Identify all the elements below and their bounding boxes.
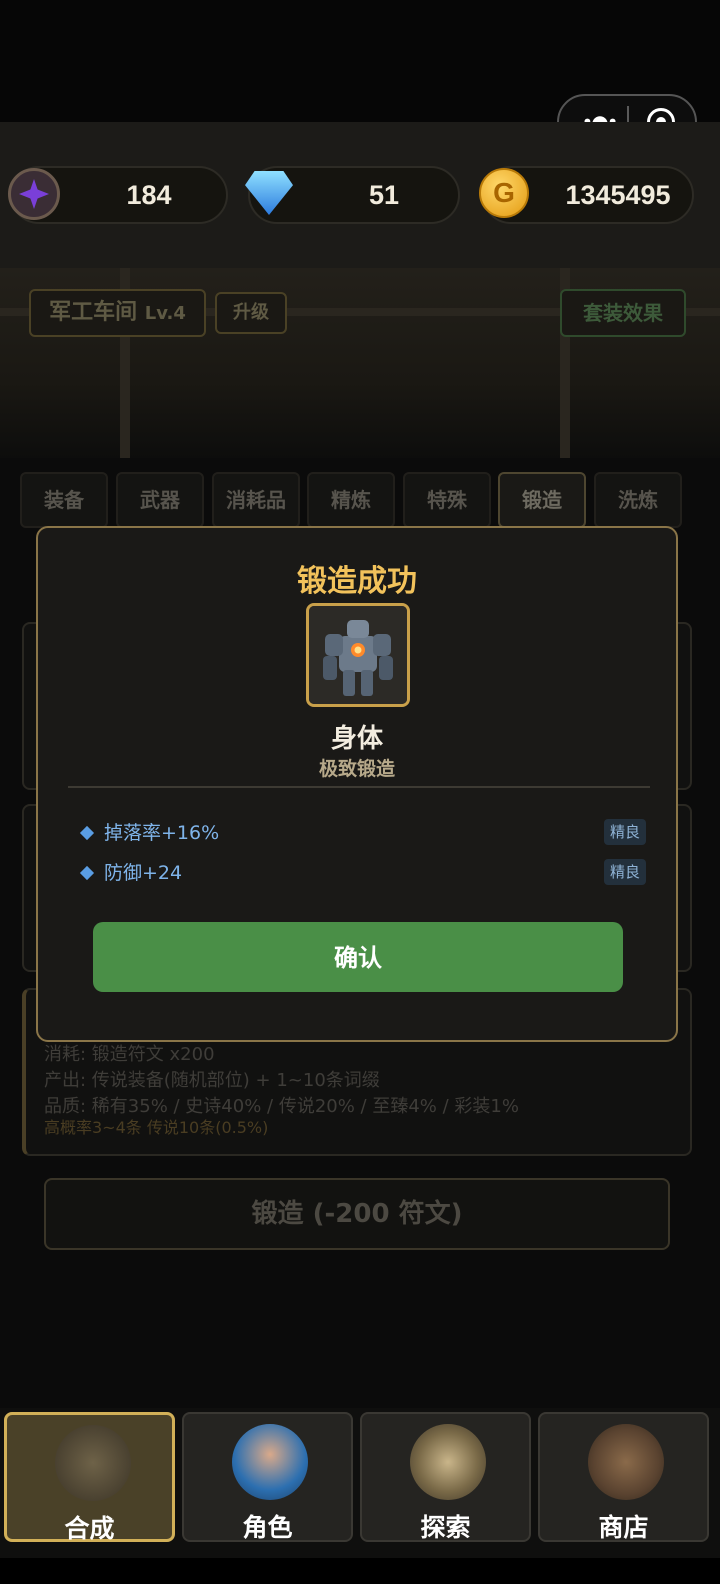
gold-coin-icon: G (479, 168, 529, 218)
nav-label: 角色 (242, 1513, 293, 1542)
crafting-icon (55, 1425, 131, 1501)
diamond-amount: 51 (368, 180, 400, 210)
tab-weapon[interactable]: 武器 (116, 472, 204, 528)
set-effect-button[interactable]: 套装效果 (560, 289, 686, 337)
forge-output-text: 产出: 传说装备(随机部位) + 1~10条词缀 (44, 1070, 380, 1091)
attribute-row: 掉落率+16% 精良 (79, 819, 646, 847)
mech-armor-icon (309, 606, 407, 704)
nav-label: 合成 (64, 1514, 115, 1543)
character-icon (232, 1424, 308, 1500)
forge-button[interactable]: 锻造 (-200 符文) (44, 1178, 670, 1250)
upgrade-button[interactable]: 升级 (215, 292, 287, 334)
currency-bar: 184 51 1345495 (0, 122, 720, 270)
crystal-icon (8, 168, 60, 220)
workshop-level: Lv.4 (144, 303, 186, 324)
nav-label: 商店 (598, 1513, 649, 1542)
workshop-name: 军工车间 (49, 300, 138, 325)
nav-explore[interactable]: 探索 (360, 1412, 531, 1542)
diamond-bullet-icon (79, 825, 95, 841)
item-image-frame (306, 603, 410, 707)
tab-equipment[interactable]: 装备 (20, 472, 108, 528)
tab-forge[interactable]: 锻造 (498, 472, 586, 528)
gold-amount: 1345495 (565, 180, 671, 210)
diamond-bullet-icon (79, 865, 95, 881)
crystal-amount: 184 (126, 180, 172, 210)
attribute-tier-badge: 精良 (603, 859, 646, 885)
forge-probability-text: 高概率3~4条 传说10条(0.5%) (44, 1118, 269, 1137)
nav-character[interactable]: 角色 (182, 1412, 353, 1542)
compass-icon (410, 1424, 486, 1500)
attribute-text: 防御+24 (104, 862, 183, 884)
forge-success-modal: 锻造成功 身体 极致锻造 掉落率+16% 精良 防御+24 精良 确认 (36, 526, 678, 1042)
item-name: 身体 (330, 724, 383, 754)
attribute-row: 防御+24 精良 (79, 859, 646, 887)
bottom-nav: 合成 角色 探索 商店 (0, 1408, 720, 1558)
tab-refine[interactable]: 精炼 (307, 472, 395, 528)
shop-icon (588, 1424, 664, 1500)
modal-title: 锻造成功 (297, 564, 417, 599)
workshop-title-badge: 军工车间 Lv.4 (29, 289, 206, 337)
nav-shop[interactable]: 商店 (538, 1412, 709, 1542)
attribute-text: 掉落率+16% (104, 822, 220, 844)
modal-divider (68, 786, 650, 788)
home-indicator-area (0, 1558, 720, 1584)
tab-reroll[interactable]: 洗炼 (594, 472, 682, 528)
item-quality: 极致锻造 (318, 758, 395, 780)
confirm-button[interactable]: 确认 (93, 922, 623, 992)
forge-cost-text: 消耗: 锻造符文 x200 (44, 1044, 215, 1065)
attribute-tier-badge: 精良 (603, 819, 646, 845)
nav-label: 探索 (420, 1513, 471, 1542)
tab-consumable[interactable]: 消耗品 (212, 472, 300, 528)
nav-crafting[interactable]: 合成 (4, 1412, 175, 1543)
tab-special[interactable]: 特殊 (403, 472, 491, 528)
